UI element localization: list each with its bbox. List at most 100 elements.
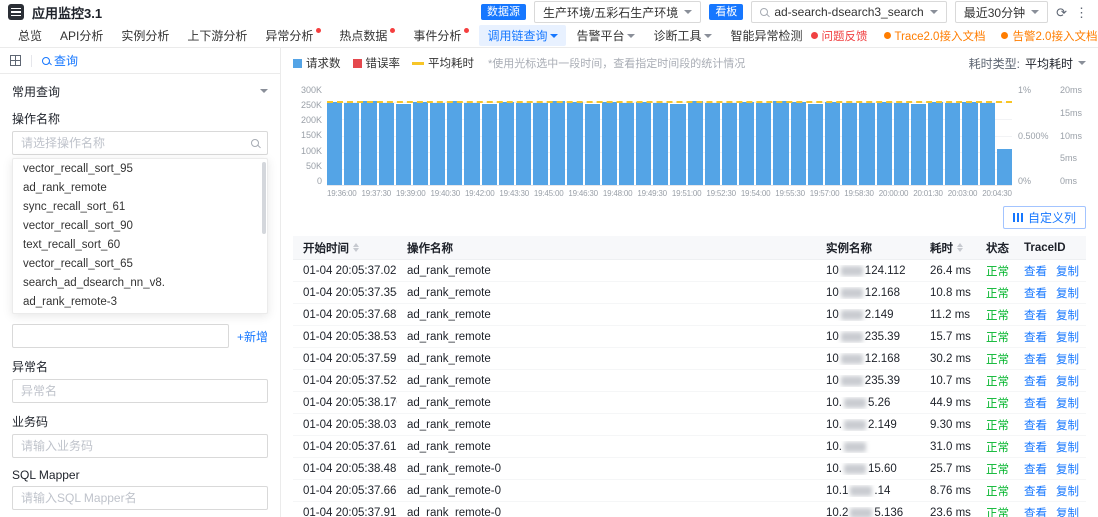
cell-status: 正常: [976, 263, 1014, 279]
copy-link[interactable]: 复制: [1056, 263, 1079, 279]
dropdown-option[interactable]: sync_recall_sort_61: [13, 198, 267, 217]
app-menu-icon[interactable]: [8, 4, 24, 20]
scrollbar[interactable]: [262, 162, 266, 234]
add-button[interactable]: +新增: [237, 328, 268, 345]
nav-item[interactable]: 上下游分析: [179, 25, 255, 46]
new-operation-input[interactable]: [12, 324, 229, 348]
sql-mapper-input[interactable]: [12, 486, 268, 510]
nav-item[interactable]: 调用链查询: [479, 25, 566, 46]
doc-link[interactable]: Trace2.0接入文档: [884, 28, 986, 44]
cell-traceid: 查看复制: [1014, 263, 1086, 279]
cell-traceid: 查看复制: [1014, 285, 1086, 301]
view-link[interactable]: 查看: [1024, 263, 1047, 279]
legend-item[interactable]: 错误率: [353, 55, 401, 71]
table-row[interactable]: 01-04 20:05:38.170ad_rank_remote10.5.264…: [293, 392, 1086, 414]
dropdown-option[interactable]: ad_rank_remote: [13, 179, 267, 198]
column-label: 耗时: [930, 240, 953, 256]
latency-type-select[interactable]: 耗时类型: 平均耗时: [969, 55, 1086, 72]
exception-label: 异常名: [12, 358, 268, 375]
cell-instance: 102.149: [816, 309, 920, 321]
time-range-select[interactable]: 最近30分钟: [955, 1, 1048, 23]
dropdown-option[interactable]: text_recall_sort_60: [13, 236, 267, 255]
view-link[interactable]: 查看: [1024, 461, 1047, 477]
copy-link[interactable]: 复制: [1056, 483, 1079, 499]
legend-item[interactable]: 平均耗时: [412, 55, 474, 71]
view-link[interactable]: 查看: [1024, 373, 1047, 389]
board-tag[interactable]: 看板: [709, 4, 743, 20]
section-common-queries[interactable]: 常用查询: [12, 82, 268, 100]
table-row[interactable]: 01-04 20:05:37.354ad_rank_remote1012.168…: [293, 282, 1086, 304]
copy-link[interactable]: 复制: [1056, 395, 1079, 411]
axis-tick: 19:37:30: [361, 189, 391, 198]
table-row[interactable]: 01-04 20:05:37.524ad_rank_remote10235.39…: [293, 370, 1086, 392]
dropdown-option[interactable]: vector_recall_sort_65: [13, 255, 267, 274]
legend-item[interactable]: 请求数: [293, 55, 341, 71]
view-link[interactable]: 查看: [1024, 285, 1047, 301]
chevron-down-icon: [260, 89, 268, 93]
view-link[interactable]: 查看: [1024, 505, 1047, 517]
table-row[interactable]: 01-04 20:05:37.021ad_rank_remote10124.11…: [293, 260, 1086, 282]
view-link[interactable]: 查看: [1024, 351, 1047, 367]
nav-item[interactable]: 事件分析: [405, 25, 477, 46]
copy-link[interactable]: 复制: [1056, 307, 1079, 323]
view-link[interactable]: 查看: [1024, 307, 1047, 323]
app-search-select[interactable]: ad-search-dsearch3_search: [751, 1, 946, 23]
env-select[interactable]: 生产环境/五彩石生产环境: [534, 1, 701, 23]
nav-item[interactable]: 告警平台: [568, 25, 643, 46]
axis-tick: 300K: [301, 86, 322, 95]
exception-input[interactable]: [12, 379, 268, 403]
table-row[interactable]: 01-04 20:05:38.487ad_rank_remote-010.15.…: [293, 458, 1086, 480]
nav-item[interactable]: 实例分析: [113, 25, 177, 46]
table-row[interactable]: 01-04 20:05:37.661ad_rank_remote-010.1.1…: [293, 480, 1086, 502]
dropdown-option[interactable]: vector_recall_sort_90: [13, 217, 267, 236]
copy-link[interactable]: 复制: [1056, 351, 1079, 367]
copy-link[interactable]: 复制: [1056, 505, 1079, 517]
copy-link[interactable]: 复制: [1056, 461, 1079, 477]
nav-item[interactable]: 总览: [10, 25, 50, 46]
table-row[interactable]: 01-04 20:05:37.615ad_rank_remote10.31.0 …: [293, 436, 1086, 458]
sort-icon[interactable]: [957, 243, 963, 252]
doc-link[interactable]: 问题反馈: [811, 28, 868, 44]
more-icon[interactable]: ⋮: [1075, 6, 1088, 19]
refresh-icon[interactable]: ⟳: [1056, 6, 1067, 19]
column-header[interactable]: 耗时: [920, 240, 976, 256]
nav-item[interactable]: 诊断工具: [645, 25, 720, 46]
customize-columns-button[interactable]: 自定义列: [1003, 206, 1086, 229]
tab-query[interactable]: 查询: [42, 52, 78, 69]
nav-item-label: 实例分析: [121, 27, 169, 44]
dropdown-option[interactable]: search_ad_dsearch_nn_v8.: [13, 274, 267, 293]
cell-start-time: 01-04 20:05:38.487: [293, 463, 397, 475]
copy-link[interactable]: 复制: [1056, 285, 1079, 301]
datasource-tag[interactable]: 数据源: [481, 4, 526, 20]
nav-item[interactable]: 热点数据: [331, 25, 403, 46]
copy-link[interactable]: 复制: [1056, 439, 1079, 455]
dropdown-option[interactable]: ad_rank_remote-3: [13, 293, 267, 312]
copy-link[interactable]: 复制: [1056, 417, 1079, 433]
graph-icon[interactable]: [10, 55, 21, 66]
doc-link[interactable]: 告警2.0接入文档: [1001, 28, 1097, 44]
operation-input[interactable]: [12, 131, 268, 155]
column-label: 开始时间: [303, 240, 349, 256]
nav-item[interactable]: API分析: [52, 25, 111, 46]
copy-link[interactable]: 复制: [1056, 373, 1079, 389]
nav-item[interactable]: 异常分析: [257, 25, 329, 46]
view-link[interactable]: 查看: [1024, 329, 1047, 345]
view-link[interactable]: 查看: [1024, 439, 1047, 455]
view-link[interactable]: 查看: [1024, 417, 1047, 433]
dropdown-option[interactable]: vector_recall_sort_95: [13, 160, 267, 179]
table-row[interactable]: 01-04 20:05:37.687ad_rank_remote102.1491…: [293, 304, 1086, 326]
request-bar: [464, 103, 479, 186]
table-row[interactable]: 01-04 20:05:38.031ad_rank_remote10.2.149…: [293, 414, 1086, 436]
table-row[interactable]: 01-04 20:05:37.597ad_rank_remote1012.168…: [293, 348, 1086, 370]
copy-link[interactable]: 复制: [1056, 329, 1079, 345]
status-badge: 正常: [986, 395, 1009, 411]
bizcode-input[interactable]: [12, 434, 268, 458]
sort-icon[interactable]: [353, 243, 359, 252]
table-row[interactable]: 01-04 20:05:37.912ad_rank_remote-010.25.…: [293, 502, 1086, 517]
chart-plot-area[interactable]: [327, 86, 1012, 186]
table-row[interactable]: 01-04 20:05:38.539ad_rank_remote10235.39…: [293, 326, 1086, 348]
nav-item[interactable]: 智能异常检测: [722, 25, 810, 46]
view-link[interactable]: 查看: [1024, 483, 1047, 499]
column-header[interactable]: 开始时间: [293, 240, 397, 256]
view-link[interactable]: 查看: [1024, 395, 1047, 411]
